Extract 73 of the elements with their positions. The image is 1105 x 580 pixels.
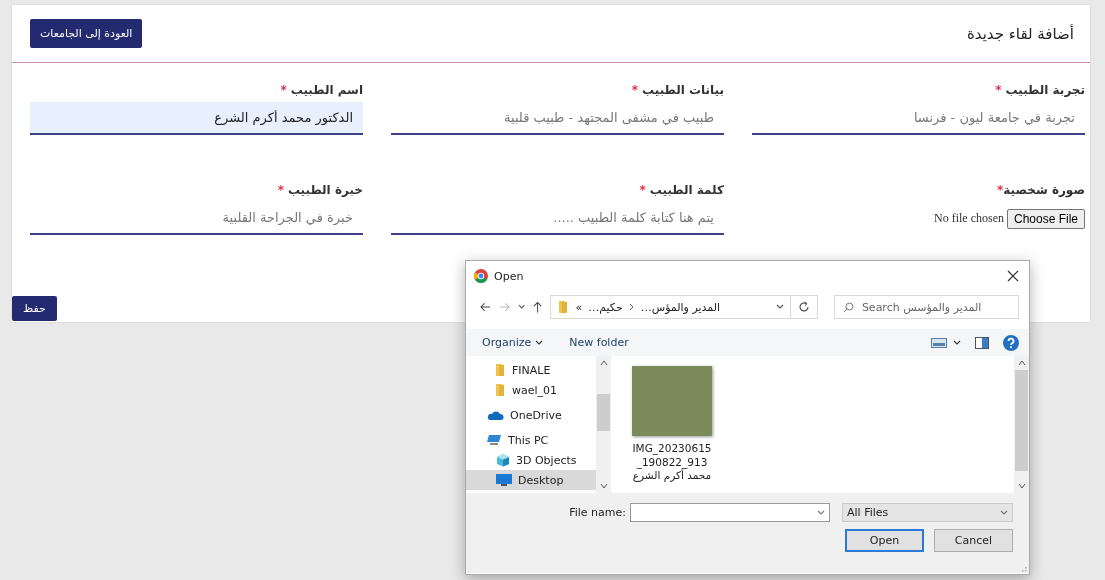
search-icon [843, 301, 854, 313]
sidebar-item[interactable]: 3D Objects [466, 450, 596, 470]
help-icon[interactable] [1003, 334, 1019, 351]
dropdown-chevron-icon[interactable] [817, 509, 825, 516]
caret-icon[interactable] [535, 339, 544, 346]
required-mark: * [996, 183, 1004, 199]
scrollbar-thumb[interactable] [597, 394, 610, 431]
file-name-field[interactable] [630, 503, 830, 522]
up-arrow-icon[interactable] [533, 301, 543, 313]
folder-icon [557, 300, 570, 314]
breadcrumb-item[interactable]: حكيم… [588, 300, 623, 314]
field-label: بيانات الطبيب [642, 83, 724, 99]
field-label: صورة شخصية [1003, 183, 1085, 200]
required-mark: * [639, 183, 646, 199]
scroll-up-icon[interactable] [1017, 360, 1026, 366]
cancel-button[interactable]: Cancel [934, 529, 1013, 552]
recent-locations-icon[interactable] [517, 304, 526, 310]
breadcrumb-item[interactable]: المدير والمؤس… [640, 300, 721, 314]
save-button[interactable]: حفظ [12, 296, 57, 321]
scrollbar[interactable] [1014, 356, 1029, 493]
file-status: No file chosen [934, 211, 1004, 226]
text-field[interactable]: يتم هنا كتابة كلمة الطبيب ..... [391, 202, 724, 235]
text-field[interactable]: تجربة في جامعة ليون - فرنسا [752, 102, 1085, 135]
sidebar-item[interactable]: FINALE [466, 360, 596, 380]
overflow-chevrons[interactable]: « [575, 300, 583, 314]
open-button[interactable]: Open [845, 529, 924, 552]
back-button[interactable]: العودة إلى الجامعات [30, 19, 143, 48]
chrome-icon [474, 269, 488, 283]
sidebar-item[interactable]: wael_01 [466, 380, 596, 400]
folder-icon [494, 363, 506, 377]
cube-icon [496, 453, 510, 467]
scrollbar-thumb[interactable] [1015, 370, 1028, 471]
file-type-dropdown[interactable]: All Files [842, 503, 1013, 522]
folder-icon [494, 383, 506, 397]
scroll-down-icon[interactable] [599, 483, 608, 489]
organize-menu[interactable]: Organize [482, 336, 544, 349]
field-label: تجربة الطبيب [1005, 83, 1085, 99]
required-mark: * [280, 83, 287, 99]
back-arrow-icon[interactable] [480, 302, 491, 312]
dropdown-chevron-icon[interactable] [776, 304, 785, 310]
field-label: خبرة الطبيب [287, 183, 363, 199]
sidebar-item[interactable]: This PC [466, 430, 596, 450]
field-label: اسم الطبيب [290, 83, 363, 99]
computer-icon [486, 434, 502, 446]
scroll-up-icon[interactable] [599, 360, 608, 366]
caret-icon[interactable] [953, 339, 961, 346]
text-field[interactable]: خبرة في الجراحة القلبية [30, 202, 363, 235]
required-mark: * [995, 83, 1002, 99]
resize-grip-icon[interactable] [1019, 564, 1027, 572]
address-bar[interactable]: « حكيم… المدير والمؤس… [550, 295, 792, 319]
view-icon[interactable] [931, 337, 947, 348]
field-label: كلمة الطبيب [649, 183, 724, 199]
sidebar-item[interactable]: OneDrive [466, 405, 596, 425]
sidebar-item[interactable]: Desktop [466, 470, 596, 490]
scrollbar[interactable] [596, 356, 611, 493]
cloud-icon [486, 409, 504, 421]
file-name[interactable]: IMG_20230615_190822_913 محمد أكرم الشرع [631, 442, 713, 483]
desktop-icon [496, 474, 512, 486]
new-folder-button[interactable]: New folder [569, 336, 629, 349]
scroll-down-icon[interactable] [1017, 483, 1026, 489]
required-mark: * [631, 83, 639, 99]
preview-pane-icon[interactable] [975, 336, 989, 349]
dialog-title: Open [494, 269, 525, 283]
choose-file-button[interactable]: Choose File [1006, 208, 1085, 229]
dropdown-chevron-icon[interactable] [1000, 509, 1008, 516]
search-field[interactable]: Search المدير والمؤسس [834, 295, 1019, 319]
close-icon[interactable] [1007, 270, 1019, 282]
page-title: أضافة لقاء جديدة [966, 24, 1074, 43]
text-field[interactable]: طبيب في مشفى المجتهد - طبيب قلبية [391, 102, 724, 135]
chevron-right-icon [628, 303, 635, 311]
refresh-icon[interactable] [798, 301, 811, 313]
required-mark: * [277, 183, 284, 199]
file-name-label: File name: [569, 506, 626, 519]
